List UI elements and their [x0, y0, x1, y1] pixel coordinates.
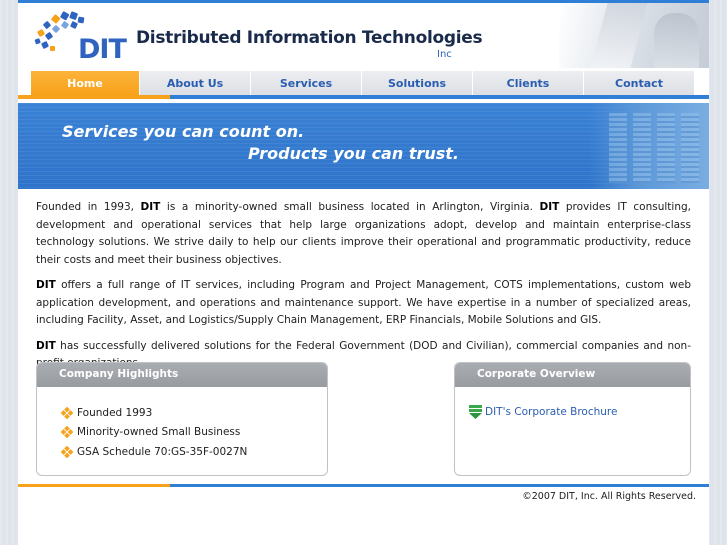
bullet-diamond-icon	[60, 425, 74, 439]
page-container: DIT Distributed Information Technologies…	[18, 0, 709, 545]
bullet-diamond-icon	[60, 406, 74, 420]
company-highlights-box: Company Highlights Founded 1993 Minority…	[36, 362, 328, 476]
header-photo	[559, 3, 709, 68]
dit-logo[interactable]: DIT	[32, 9, 127, 67]
company-name: Distributed Information Technologies	[136, 28, 483, 48]
list-item: GSA Schedule 70:GS-35F-0027N	[60, 442, 247, 462]
banner-tagline-2: Products you can trust.	[248, 144, 459, 163]
overview-title: Corporate Overview	[455, 363, 690, 387]
list-item: Minority-owned Small Business	[60, 423, 247, 443]
nav-contact[interactable]: Contact	[583, 71, 694, 95]
corporate-overview-box: Corporate Overview DIT's Corporate Broch…	[454, 362, 691, 476]
highlights-title: Company Highlights	[37, 363, 327, 387]
nav-home[interactable]: Home	[30, 71, 139, 95]
download-icon	[469, 405, 482, 419]
footer-line	[18, 484, 709, 487]
main-nav: Home About Us Services Solutions Clients…	[18, 71, 709, 96]
copyright-text: ©2007 DIT, Inc. All Rights Reserved.	[522, 491, 696, 502]
bullet-diamond-icon	[60, 445, 74, 459]
intro-content: Founded in 1993, DIT is a minority-owned…	[36, 199, 691, 381]
intro-paragraph-1: Founded in 1993, DIT is a minority-owned…	[36, 201, 691, 266]
intro-paragraph-2: DIT offers a full range of IT services, …	[36, 279, 691, 326]
site-header: DIT Distributed Information Technologies…	[18, 3, 709, 68]
company-suffix: Inc	[437, 49, 452, 60]
logo-text: DIT	[78, 34, 127, 65]
server-image	[589, 103, 709, 189]
nav-solutions[interactable]: Solutions	[361, 71, 472, 95]
nav-about-us[interactable]: About Us	[139, 71, 250, 95]
hero-banner: Services you can count on. Products you …	[18, 103, 709, 189]
nav-services[interactable]: Services	[250, 71, 361, 95]
nav-clients[interactable]: Clients	[472, 71, 583, 95]
highlights-list: Founded 1993 Minority-owned Small Busine…	[60, 403, 247, 462]
corporate-brochure-link[interactable]: DIT's Corporate Brochure	[469, 405, 617, 419]
brochure-link-label: DIT's Corporate Brochure	[485, 406, 618, 418]
banner-tagline-1: Services you can count on.	[62, 122, 305, 141]
list-item: Founded 1993	[60, 403, 247, 423]
nav-underline	[18, 95, 709, 99]
